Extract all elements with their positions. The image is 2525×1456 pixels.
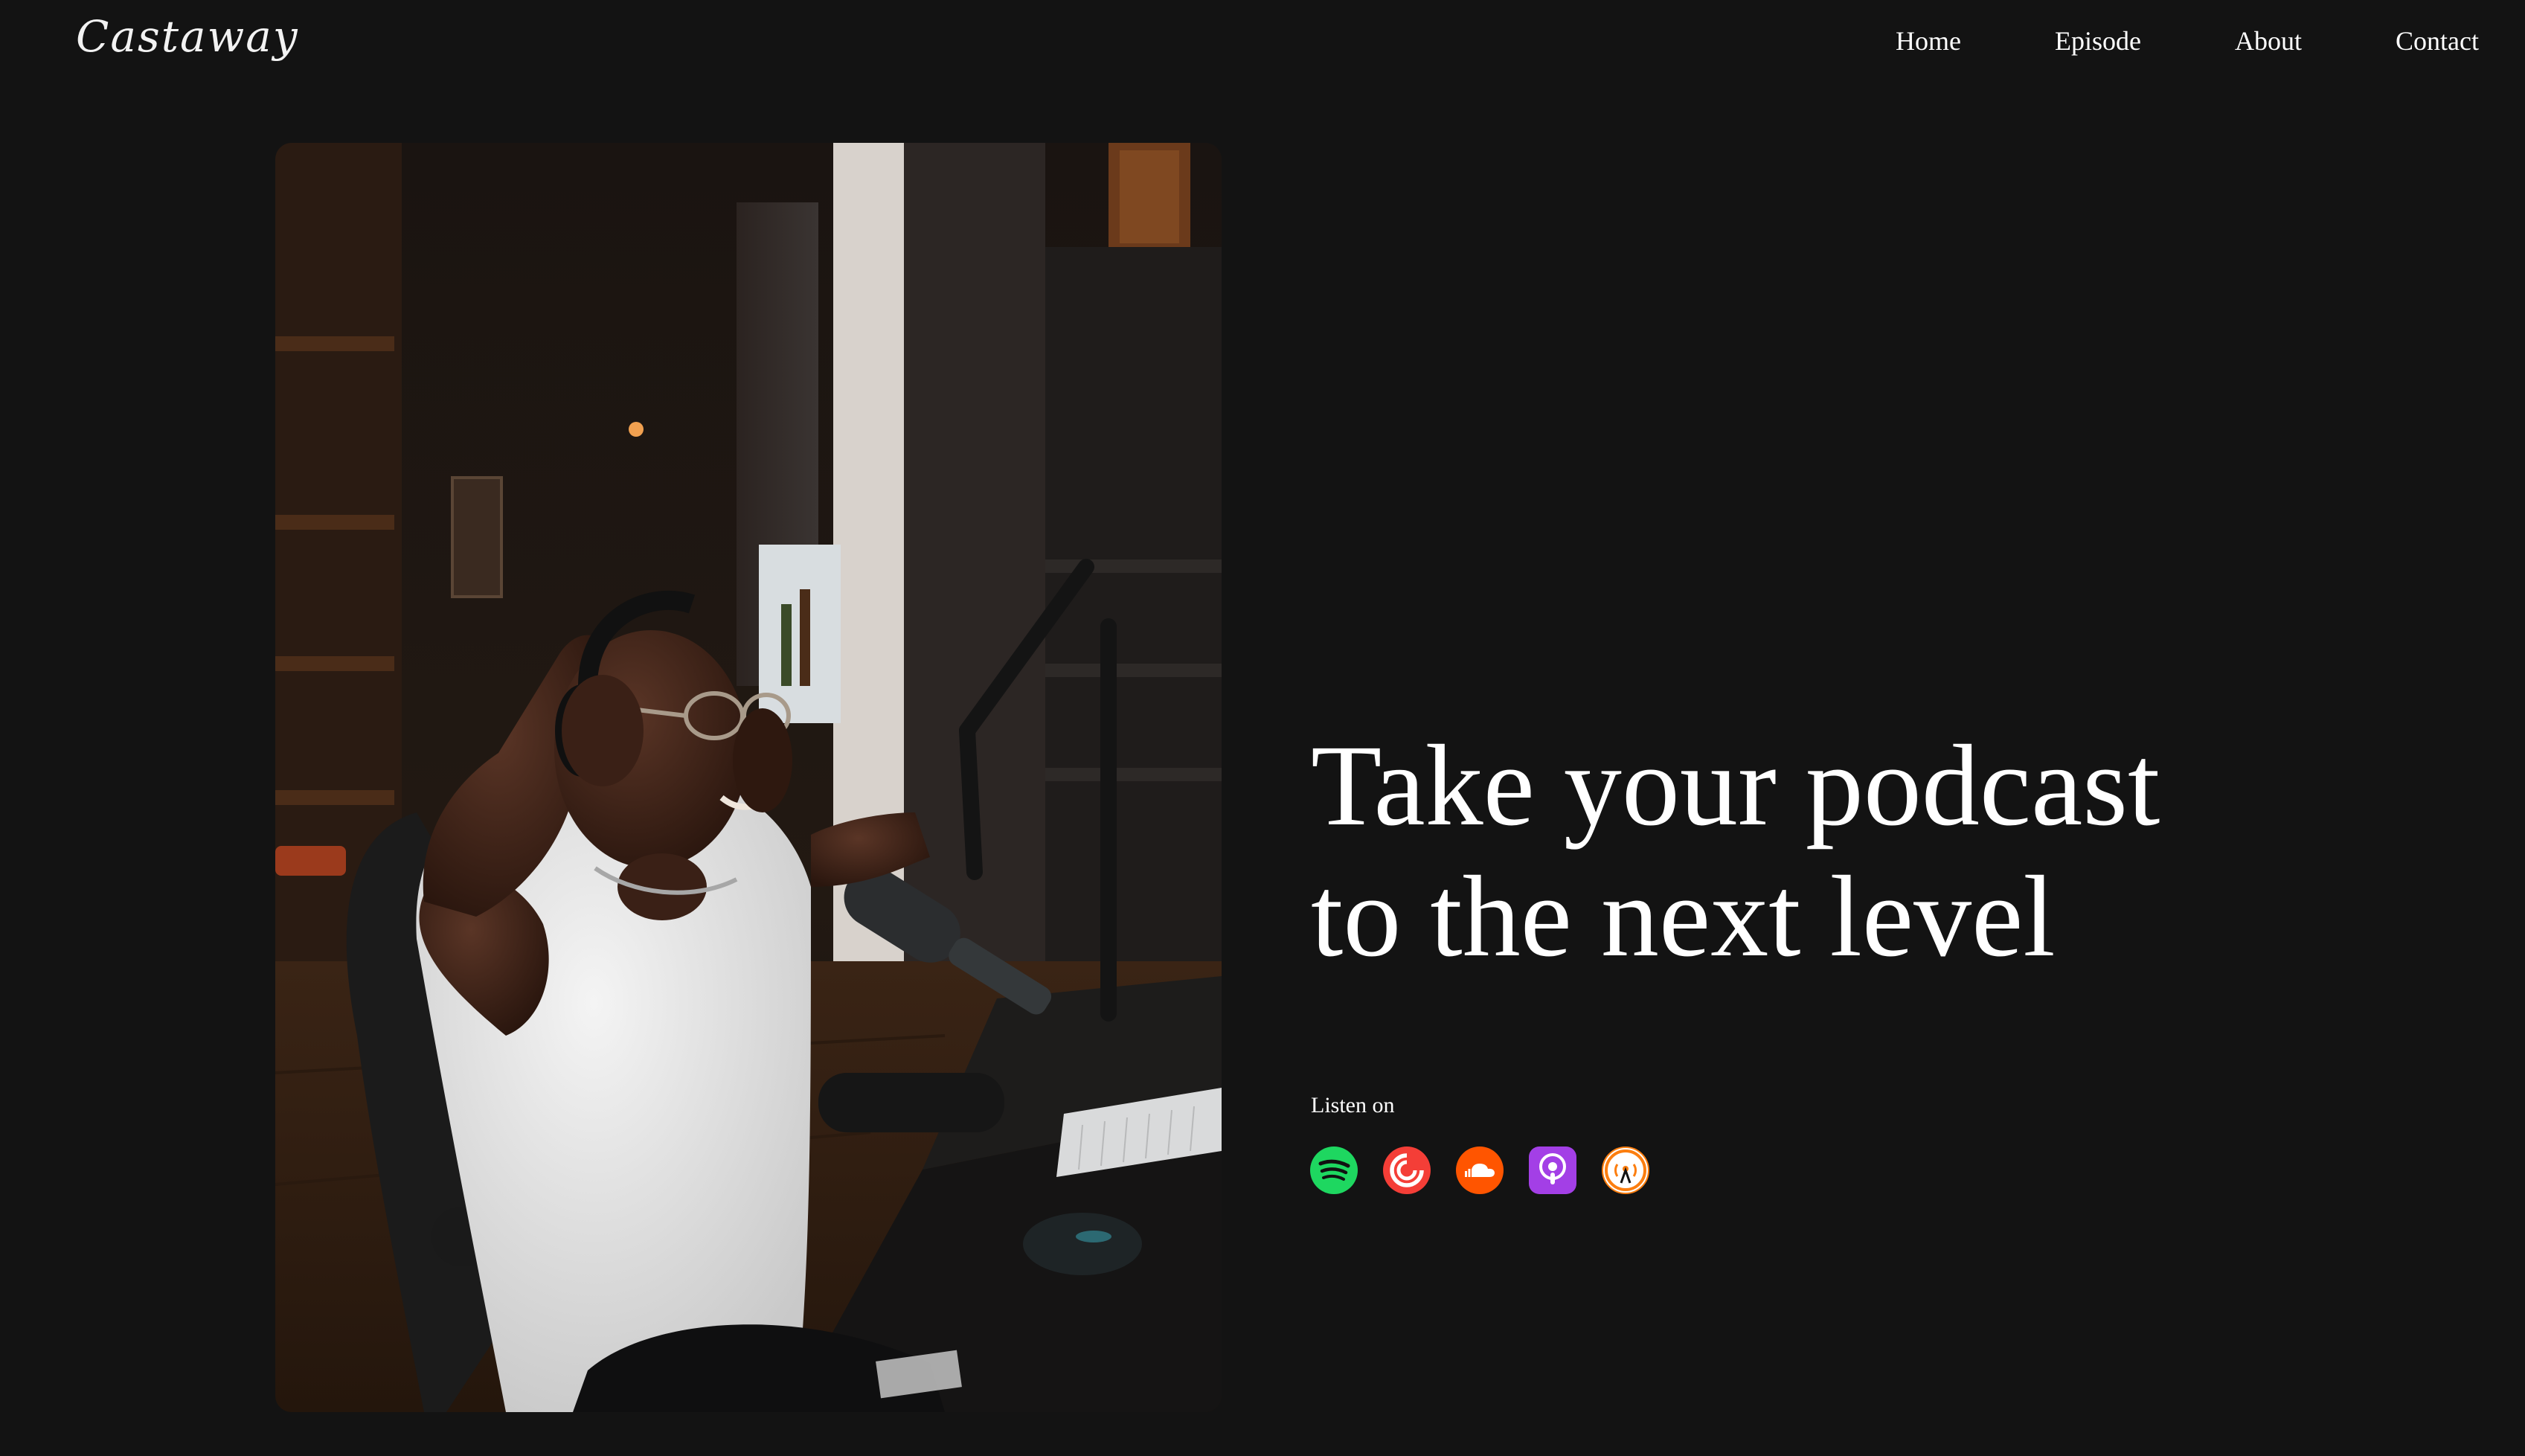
main-nav: Home Episode About Contact [1896,22,2479,60]
brand-logo[interactable]: Castaway [76,9,299,65]
nav-about-link[interactable]: About [2235,22,2302,60]
nav-episode-link[interactable]: Episode [2055,22,2141,60]
spotify-icon[interactable] [1309,1146,1358,1195]
hero-headline: Take your podcast to the next level [1311,720,2352,982]
listen-on-label: Listen on [1311,1093,1395,1117]
hero-headline-line1: Take your podcast [1311,721,2160,850]
soundcloud-icon[interactable] [1455,1146,1504,1195]
nav-home-link[interactable]: Home [1896,22,1961,60]
overcast-icon[interactable] [1601,1146,1650,1195]
hero-photo [275,143,1222,1412]
hero-headline-line2: to the next level [1311,852,2056,981]
apple-podcasts-icon[interactable] [1528,1146,1577,1195]
pocket-casts-icon[interactable] [1382,1146,1431,1195]
platform-links [1309,1146,1650,1195]
nav-contact-link[interactable]: Contact [2396,22,2479,60]
